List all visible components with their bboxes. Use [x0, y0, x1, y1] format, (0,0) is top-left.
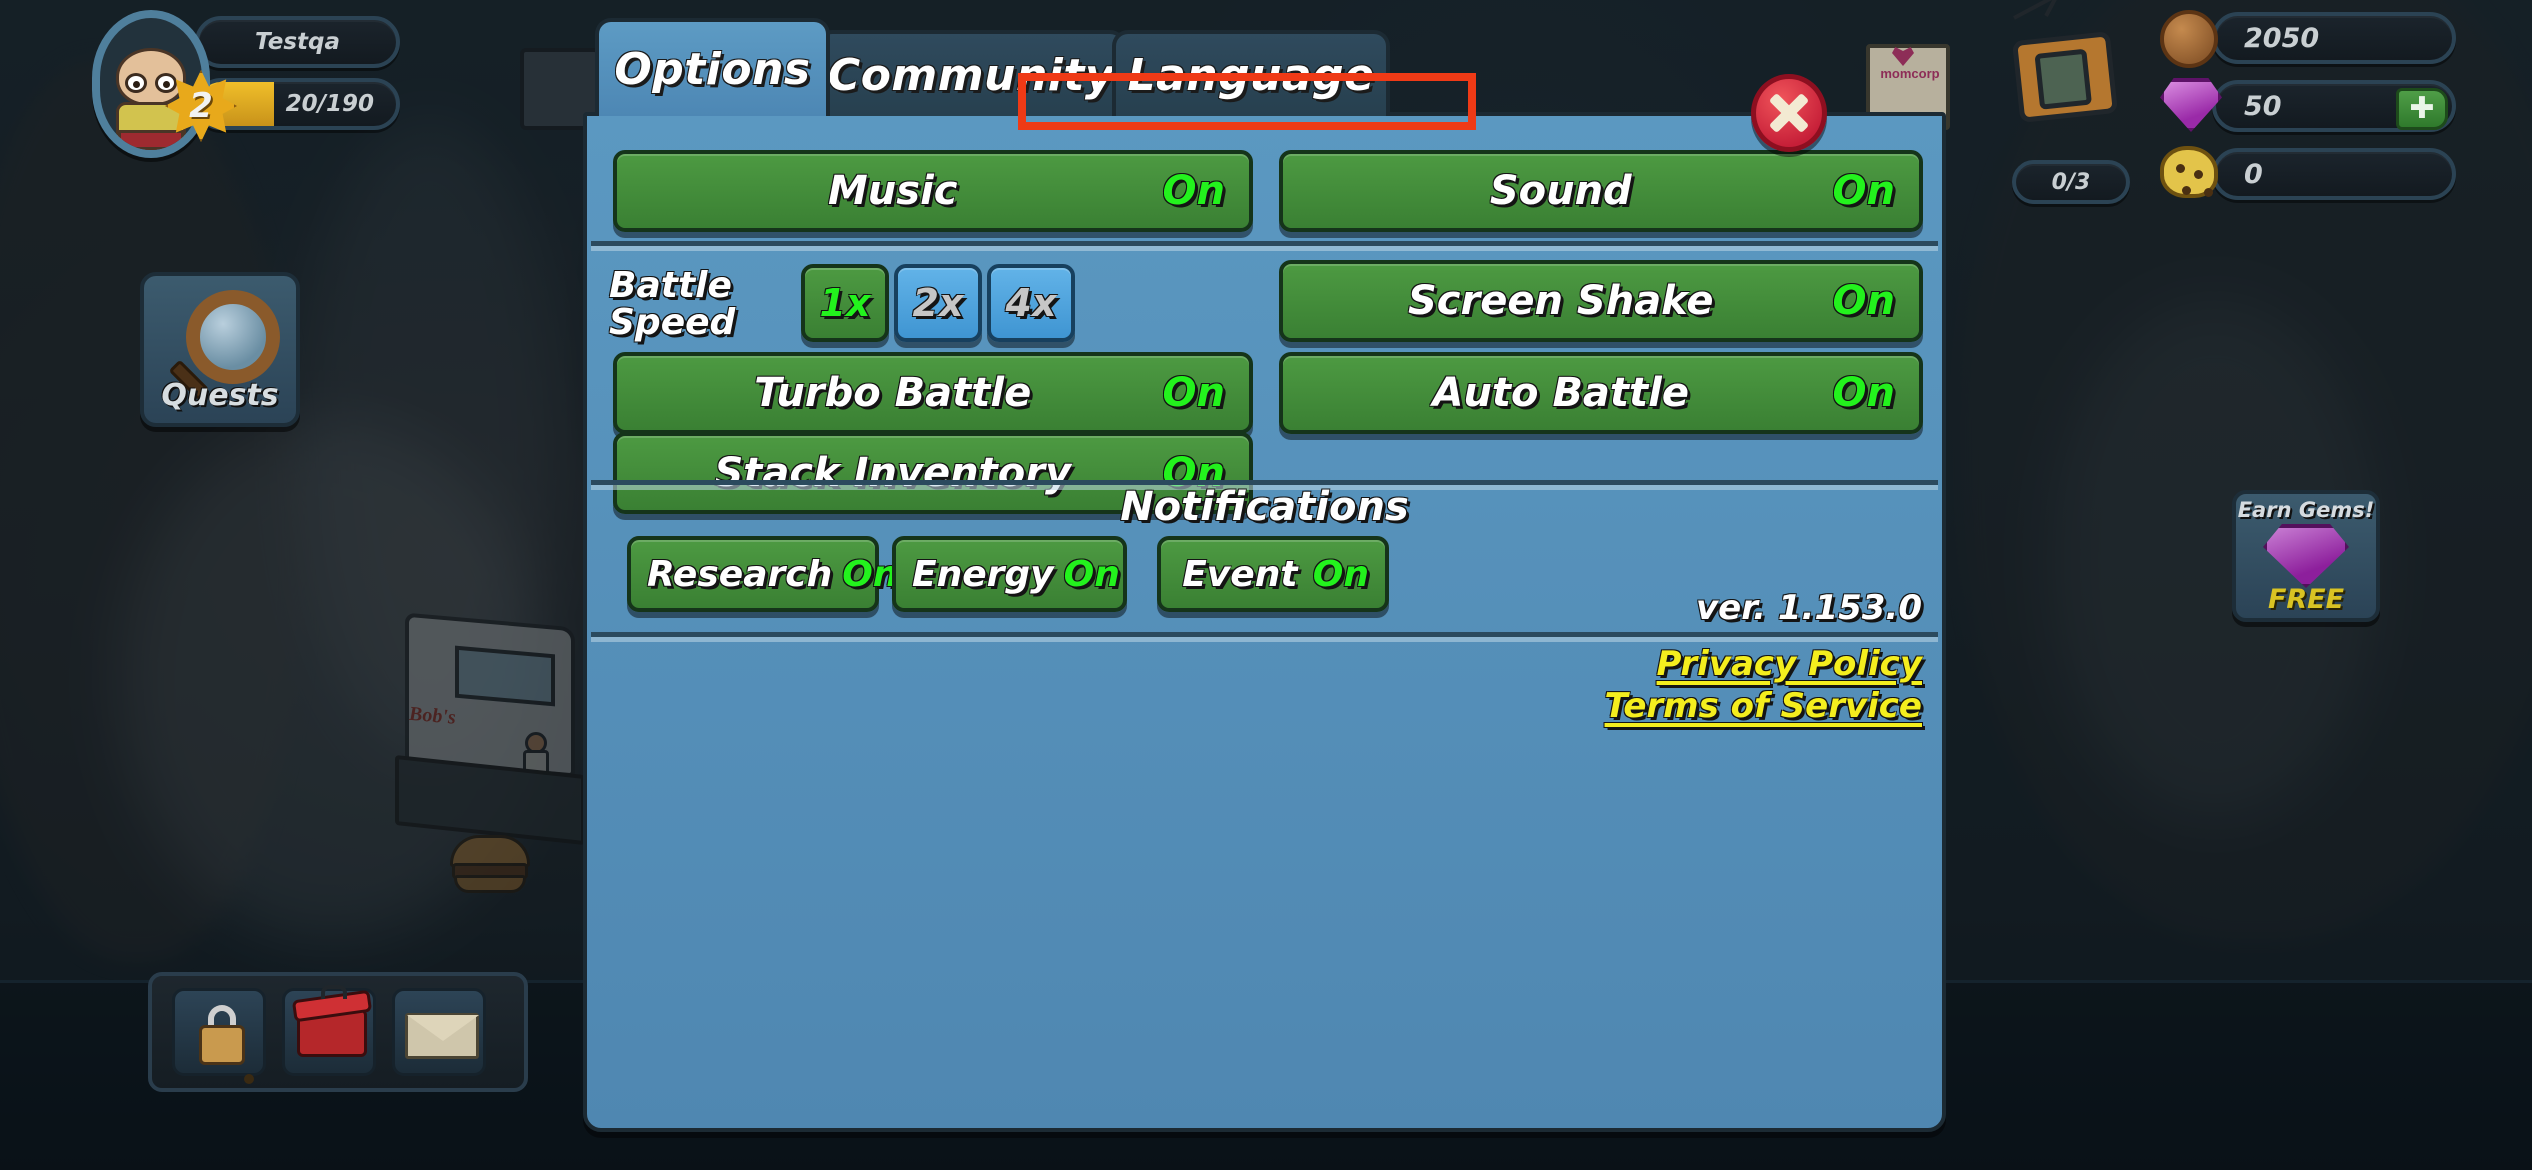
cookie-icon [2160, 146, 2218, 198]
locked-slot-button[interactable] [172, 988, 266, 1084]
battle-speed-1x-button[interactable]: 1x [801, 264, 889, 342]
music-label: Music [828, 168, 958, 214]
tab-language-label: Language [1127, 49, 1375, 101]
options-dialog: Language Community Options Music On Soun… [583, 18, 1946, 1132]
currency-row-gems[interactable]: 50 ✚ [2160, 78, 2456, 132]
turbo-battle-value: On [1162, 370, 1225, 416]
coin-icon [2160, 10, 2218, 68]
plus-icon: ✚ [2409, 91, 2435, 126]
currency-row-cookies[interactable]: 0 [2160, 146, 2456, 200]
tab-community-label: Community [827, 49, 1115, 101]
quests-button-label: Quests [161, 378, 279, 413]
terms-of-service-link[interactable]: Terms of Service [1605, 686, 1922, 726]
research-value: On [842, 553, 899, 595]
version-label: ver. 1.153.0 [1695, 588, 1922, 628]
auto-battle-toggle-button[interactable]: Auto Battle On [1279, 352, 1923, 434]
tab-options-label: Options [614, 43, 811, 95]
divider [591, 241, 1938, 246]
tv-icon[interactable] [2006, 0, 2136, 138]
sound-label: Sound [1489, 168, 1632, 214]
event-label: Event [1182, 553, 1298, 595]
research-notification-button[interactable]: Research On [627, 536, 898, 612]
player-name-pill: Testqa [195, 16, 400, 68]
auto-battle-label: Auto Battle [1432, 370, 1690, 416]
sound-toggle-button[interactable]: Sound On [1279, 150, 1923, 232]
battle-speed-4x-label: 4x [1005, 281, 1057, 325]
energy-label: Energy [912, 553, 1054, 595]
dialog-tabs: Language Community Options [583, 18, 1946, 116]
gem-icon [2263, 524, 2349, 588]
battle-speed-label-line1: Battle [609, 265, 732, 306]
event-notification-button[interactable]: Event On [1157, 536, 1389, 612]
dialog-body: Music On Sound On Battle Speed 1x 2x 4x … [583, 112, 1946, 1132]
divider [591, 632, 1938, 637]
music-value: On [1162, 168, 1225, 214]
cookie-amount-label: 0 [2244, 158, 2263, 190]
screen-shake-toggle-button[interactable]: Screen Shake On [1279, 260, 1923, 342]
currency-row-coins[interactable]: 2050 [2160, 10, 2456, 68]
close-button[interactable] [1751, 74, 1827, 152]
player-level-badge: 2 [165, 70, 237, 142]
screen-shake-label: Screen Shake [1408, 278, 1714, 324]
battle-speed-2x-button[interactable]: 2x [894, 264, 982, 342]
notifications-title: Notifications [1120, 484, 1409, 530]
battle-speed-1x-label: 1x [819, 281, 871, 325]
quests-button[interactable]: Quests [140, 272, 300, 427]
bottom-toolbar [148, 972, 528, 1092]
envelope-icon [405, 1013, 479, 1059]
gem-icon [2160, 78, 2222, 132]
screen-shake-value: On [1832, 278, 1895, 324]
player-level-label: 2 [189, 86, 213, 126]
auto-battle-value: On [1832, 370, 1895, 416]
tab-language[interactable]: Language [1112, 30, 1390, 116]
energy-value: On [1063, 553, 1120, 595]
tab-options[interactable]: Options [595, 18, 830, 116]
battle-speed-label: Battle Speed [609, 265, 779, 343]
toolbox-button[interactable] [282, 985, 376, 1076]
turbo-battle-toggle-button[interactable]: Turbo Battle On [613, 352, 1253, 434]
mail-button[interactable] [392, 988, 486, 1076]
gem-amount-label: 50 [2244, 90, 2282, 122]
add-gems-button[interactable]: ✚ [2396, 88, 2448, 130]
magnifier-icon [186, 290, 280, 384]
energy-notification-button[interactable]: Energy On [892, 536, 1127, 612]
tv-counter-pill: 0/3 [2012, 160, 2130, 204]
research-label: Research [647, 553, 833, 595]
turbo-battle-label: Turbo Battle [754, 370, 1032, 416]
currency-stack: 2050 50 ✚ 0 [2160, 10, 2456, 200]
tv-counter-label: 0/3 [2051, 169, 2091, 195]
battle-speed-2x-label: 2x [912, 281, 964, 325]
earn-gems-button[interactable]: Earn Gems! FREE [2232, 490, 2380, 622]
event-value: On [1312, 553, 1369, 595]
coin-amount-label: 2050 [2244, 22, 2320, 54]
player-name-label: Testqa [255, 29, 340, 55]
earn-gems-title: Earn Gems! [2237, 498, 2375, 522]
player-xp-label: 20/190 [285, 91, 374, 117]
music-toggle-button[interactable]: Music On [613, 150, 1253, 232]
sound-value: On [1832, 168, 1895, 214]
close-icon [1751, 74, 1827, 152]
battle-speed-4x-button[interactable]: 4x [987, 264, 1075, 342]
tab-community[interactable]: Community [816, 30, 1126, 116]
earn-gems-free-label: FREE [2267, 584, 2345, 615]
battle-speed-label-line2: Speed [609, 301, 736, 343]
privacy-policy-link[interactable]: Privacy Policy [1657, 644, 1922, 684]
